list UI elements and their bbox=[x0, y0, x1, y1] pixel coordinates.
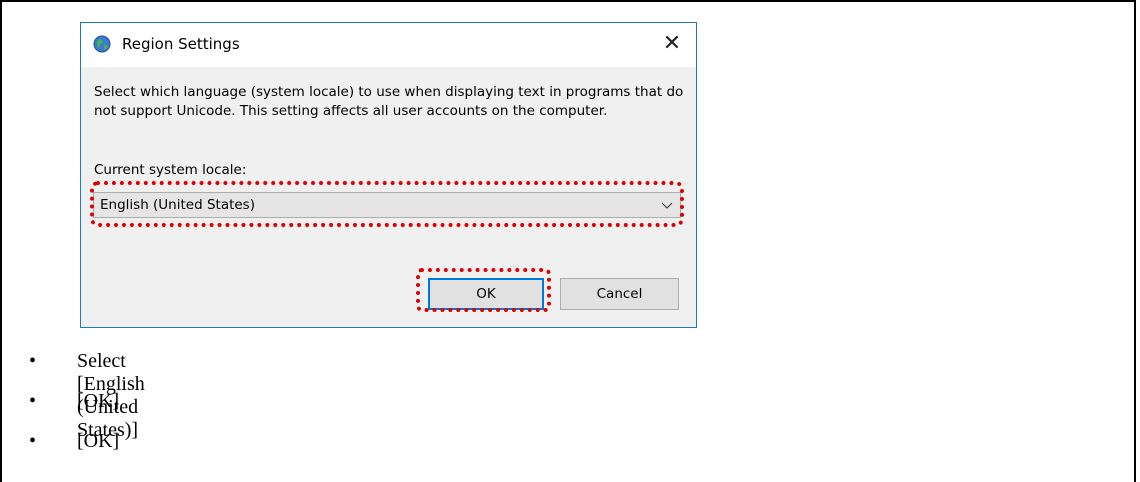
step-text: [OK] bbox=[77, 390, 120, 412]
dialog-description: Select which language (system locale) to… bbox=[94, 84, 684, 119]
locale-highlight-box bbox=[90, 181, 684, 227]
globe-icon bbox=[93, 35, 111, 53]
bullet: • bbox=[29, 390, 37, 412]
bullet: • bbox=[29, 430, 37, 452]
current-locale-label: Current system locale: bbox=[94, 162, 247, 178]
step-text: [OK] bbox=[77, 430, 120, 452]
ok-highlight-box bbox=[416, 268, 551, 312]
region-settings-dialog: Region Settings ✕ Select which language … bbox=[80, 22, 697, 328]
bullet: • bbox=[29, 350, 37, 372]
close-icon[interactable]: ✕ bbox=[658, 29, 686, 57]
dialog-title: Region Settings bbox=[122, 35, 240, 53]
dialog-titlebar: Region Settings ✕ bbox=[81, 23, 696, 67]
cancel-button[interactable]: Cancel bbox=[560, 278, 679, 310]
